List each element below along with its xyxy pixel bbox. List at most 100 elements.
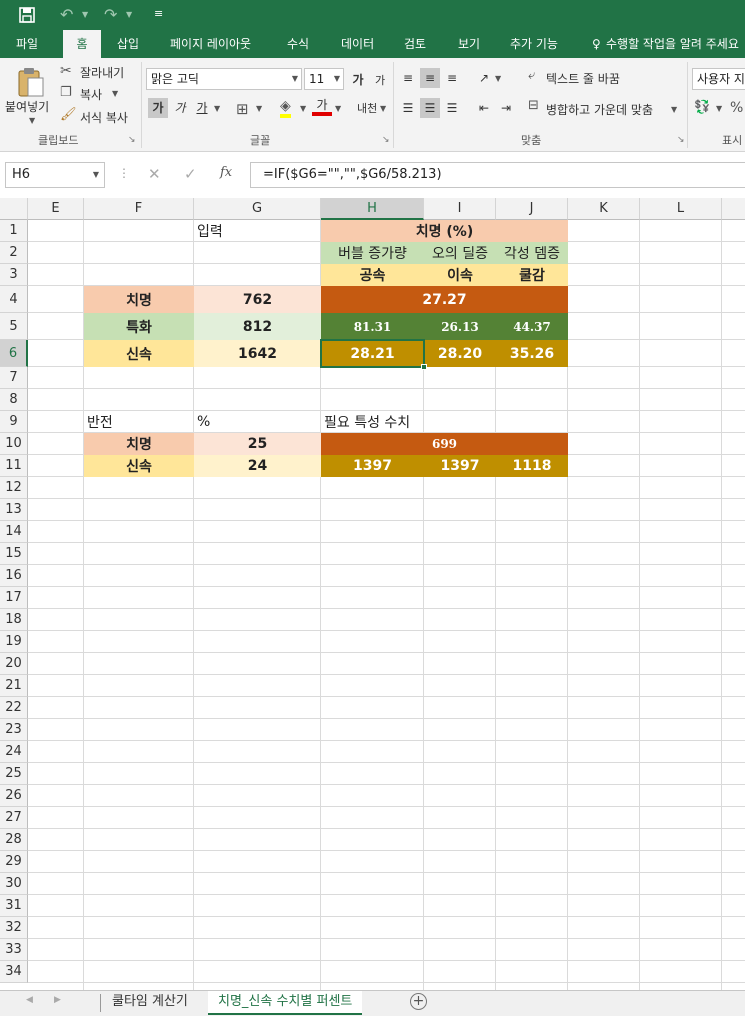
row-header[interactable]: 11: [0, 455, 28, 477]
font-color-icon[interactable]: 가: [312, 96, 332, 116]
scroll-left-icon[interactable]: ◀: [26, 995, 33, 1005]
column-header-g[interactable]: G: [194, 198, 321, 220]
row-header[interactable]: 29: [0, 851, 28, 873]
column-header-f[interactable]: F: [84, 198, 194, 220]
align-right-icon[interactable]: ☰: [442, 98, 462, 118]
row-header[interactable]: 3: [0, 264, 28, 286]
column-header-h[interactable]: H: [321, 198, 424, 220]
tab-page-layout[interactable]: 페이지 레이아웃: [170, 30, 251, 58]
cell-j3[interactable]: 쿨감: [496, 264, 568, 286]
cell-g5[interactable]: 812: [194, 313, 321, 340]
wrap-text-button[interactable]: 텍스트 줄 바꿈: [546, 70, 620, 87]
cell-h3[interactable]: 공속: [321, 264, 424, 286]
row-header[interactable]: 30: [0, 873, 28, 895]
font-color-dropdown-icon[interactable]: ▼: [335, 104, 341, 113]
row-header[interactable]: 31: [0, 895, 28, 917]
cell-j11[interactable]: 1118: [496, 455, 568, 477]
align-middle-icon[interactable]: ≡: [420, 68, 440, 88]
clipboard-launcher-icon[interactable]: ↘: [128, 135, 136, 145]
paste-icon[interactable]: [16, 66, 46, 101]
row-header[interactable]: 32: [0, 917, 28, 939]
cell-h6[interactable]: 28.21: [321, 340, 424, 367]
cell-j6[interactable]: 35.26: [496, 340, 568, 367]
tab-view[interactable]: 보기: [458, 30, 480, 58]
cell-i11[interactable]: 1397: [424, 455, 496, 477]
align-top-icon[interactable]: ≡: [398, 68, 418, 88]
orientation-icon[interactable]: ↗: [474, 68, 494, 88]
row-header[interactable]: 13: [0, 499, 28, 521]
cell-j5[interactable]: 44.37: [496, 313, 568, 340]
copy-dropdown-icon[interactable]: ▼: [112, 89, 118, 98]
undo-dropdown-icon[interactable]: ▼: [82, 10, 88, 19]
align-center-icon[interactable]: ☰: [420, 98, 440, 118]
cell-g11[interactable]: 24: [194, 455, 321, 477]
row-header[interactable]: 4: [0, 286, 28, 313]
row-header[interactable]: 10: [0, 433, 28, 455]
merge-dropdown-icon[interactable]: ▼: [671, 105, 677, 114]
row-header[interactable]: 26: [0, 785, 28, 807]
cell-g4[interactable]: 762: [194, 286, 321, 313]
align-left-icon[interactable]: ☰: [398, 98, 418, 118]
cell-h4[interactable]: 27.27: [321, 286, 568, 313]
row-header[interactable]: 18: [0, 609, 28, 631]
align-bottom-icon[interactable]: ≡: [442, 68, 462, 88]
row-header[interactable]: 7: [0, 367, 28, 389]
add-sheet-icon[interactable]: +: [410, 993, 427, 1010]
cell-f4[interactable]: 치명: [84, 286, 194, 313]
cell-h9[interactable]: 필요 특성 수치: [321, 411, 424, 433]
chevron-down-icon[interactable]: ▼: [93, 163, 99, 187]
cut-button[interactable]: 잘라내기: [80, 64, 124, 81]
shrink-font-icon[interactable]: 가: [370, 71, 390, 91]
number-format-select[interactable]: 사용자 지정: [692, 68, 745, 90]
font-size-select[interactable]: 11 ▼: [304, 68, 344, 90]
format-painter-button[interactable]: 서식 복사: [80, 109, 128, 126]
column-header-k[interactable]: K: [568, 198, 640, 220]
tab-formulas[interactable]: 수식: [287, 30, 309, 58]
paste-dropdown-icon[interactable]: ▼: [29, 116, 35, 125]
cell-f9[interactable]: 반전: [84, 411, 194, 433]
save-icon[interactable]: [18, 6, 36, 24]
phonetic-button[interactable]: 내천: [357, 100, 377, 116]
customize-qat-icon[interactable]: ≡: [154, 7, 163, 20]
tell-me-box[interactable]: 수행할 작업을 알려 주세요: [606, 30, 739, 58]
redo-dropdown-icon[interactable]: ▼: [126, 10, 132, 19]
row-header[interactable]: 2: [0, 242, 28, 264]
alignment-launcher-icon[interactable]: ↘: [677, 135, 685, 145]
merge-center-button[interactable]: 병합하고 가운데 맞춤: [546, 101, 653, 118]
tab-addins[interactable]: 추가 기능: [510, 30, 558, 58]
cell-h5[interactable]: 81.31: [321, 313, 424, 340]
tab-review[interactable]: 검토: [404, 30, 426, 58]
copy-button[interactable]: 복사: [80, 86, 102, 103]
row-header[interactable]: 34: [0, 961, 28, 983]
enter-icon[interactable]: ✓: [184, 165, 197, 183]
italic-button[interactable]: 가: [170, 98, 190, 118]
row-header[interactable]: 21: [0, 675, 28, 697]
grow-font-icon[interactable]: 가: [348, 70, 368, 90]
phonetic-dropdown-icon[interactable]: ▼: [380, 104, 386, 113]
row-header[interactable]: 20: [0, 653, 28, 675]
row-header[interactable]: 22: [0, 697, 28, 719]
bold-button[interactable]: 가: [148, 98, 168, 118]
column-header-j[interactable]: J: [496, 198, 568, 220]
accounting-dropdown-icon[interactable]: ▼: [716, 104, 722, 113]
redo-icon[interactable]: ↷: [104, 5, 117, 24]
cell-f5[interactable]: 특화: [84, 313, 194, 340]
row-header[interactable]: 9: [0, 411, 28, 433]
formula-input[interactable]: =IF($G6="","",$G6/58.213): [250, 162, 745, 188]
row-header[interactable]: 6: [0, 340, 28, 367]
row-header[interactable]: 23: [0, 719, 28, 741]
font-launcher-icon[interactable]: ↘: [382, 135, 390, 145]
orientation-dropdown-icon[interactable]: ▼: [495, 74, 501, 83]
cell-g10[interactable]: 25: [194, 433, 321, 455]
sheet-tab-crit-speed[interactable]: 치명_신속 수치별 퍼센트: [208, 991, 363, 1015]
paste-button[interactable]: 붙여넣기: [5, 98, 49, 115]
row-header[interactable]: 17: [0, 587, 28, 609]
border-dropdown-icon[interactable]: ▼: [256, 104, 262, 113]
undo-icon[interactable]: ↶: [60, 5, 73, 24]
cell-i2[interactable]: 오의 딜증: [424, 242, 496, 264]
tab-home[interactable]: 홈: [63, 30, 101, 58]
column-header-next[interactable]: [722, 198, 745, 220]
row-header[interactable]: 28: [0, 829, 28, 851]
border-icon[interactable]: ⊞: [236, 100, 249, 118]
accounting-format-icon[interactable]: 💱: [694, 100, 710, 115]
